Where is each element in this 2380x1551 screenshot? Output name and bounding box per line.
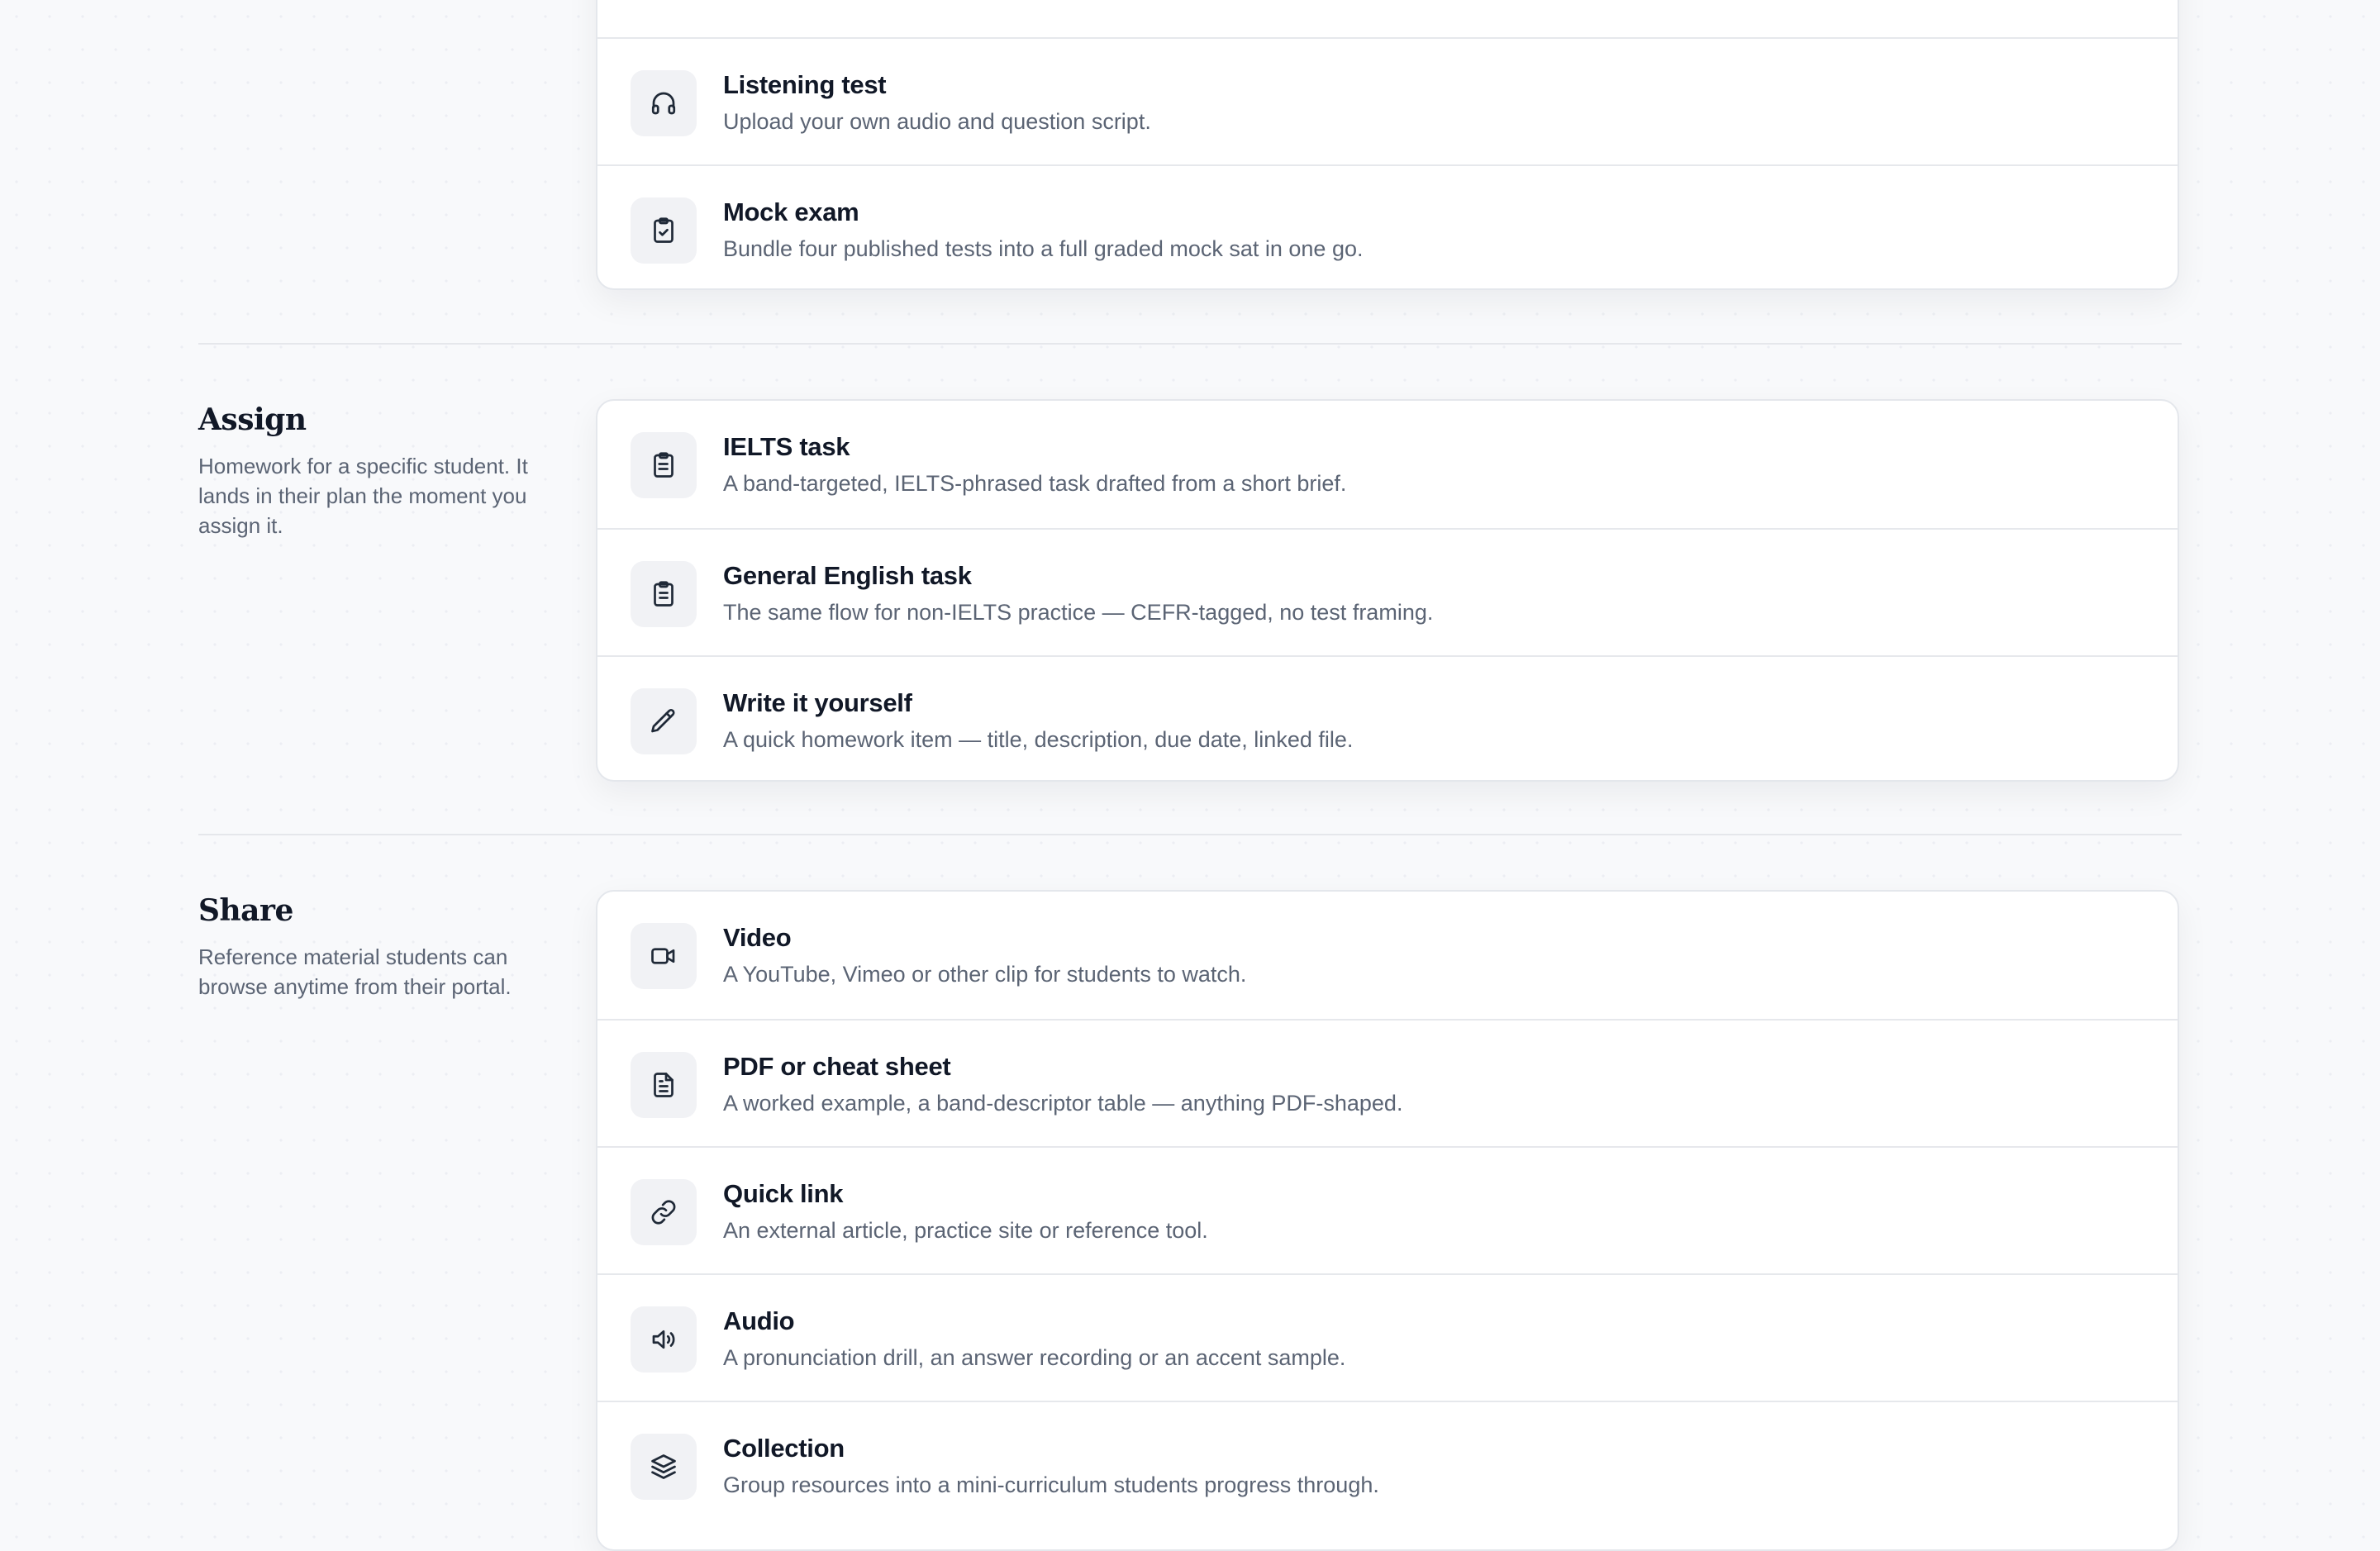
row-description: A quick homework item — title, descripti… — [723, 727, 1354, 752]
share-card: Video A YouTube, Vimeo or other clip for… — [596, 890, 2179, 1551]
video-icon — [631, 923, 697, 989]
row-title: Audio — [723, 1306, 795, 1335]
row-description: A band-targeted, IELTS-phrased task draf… — [723, 471, 1347, 496]
row-title: Quick link — [723, 1179, 844, 1208]
list-item-ielts-task[interactable]: IELTS task A band-targeted, IELTS-phrase… — [597, 401, 2178, 528]
clipboard-list-icon — [631, 561, 697, 627]
list-item-mock-exam[interactable]: Mock exam Bundle four published tests in… — [597, 164, 2178, 288]
row-title: Video — [723, 923, 792, 952]
row-description: Bundle four published tests into a full … — [723, 236, 1364, 261]
section-divider — [198, 834, 2182, 835]
build-card: Listening test Upload your own audio and… — [596, 0, 2179, 290]
share-section-title: Share — [198, 893, 293, 928]
row-description: A pronunciation drill, an answer recordi… — [723, 1345, 1346, 1370]
list-item-quick-link[interactable]: Quick link An external article, practice… — [597, 1146, 2178, 1273]
list-item-pdf-cheat-sheet[interactable]: PDF or cheat sheet A worked example, a b… — [597, 1019, 2178, 1146]
row-description: Upload your own audio and question scrip… — [723, 109, 1151, 134]
row-title: PDF or cheat sheet — [723, 1052, 951, 1081]
share-section-description: Reference material students can browse a… — [198, 944, 512, 999]
row-description: An external article, practice site or re… — [723, 1218, 1208, 1243]
list-item-video[interactable]: Video A YouTube, Vimeo or other clip for… — [597, 892, 2178, 1019]
list-item-audio[interactable]: Audio A pronunciation drill, an answer r… — [597, 1273, 2178, 1401]
list-item-general-english-task[interactable]: General English task The same flow for n… — [597, 528, 2178, 655]
list-item-collection[interactable]: Collection Group resources into a mini-c… — [597, 1401, 2178, 1528]
clipboard-list-icon — [631, 432, 697, 498]
clipboard-check-icon — [631, 197, 697, 264]
list-item-write-it-yourself[interactable]: Write it yourself A quick homework item … — [597, 655, 2178, 780]
row-title: General English task — [723, 561, 972, 590]
row-description: The same flow for non-IELTS practice — C… — [723, 600, 1434, 625]
pencil-icon — [631, 688, 697, 754]
row-description: A worked example, a band-descriptor tabl… — [723, 1091, 1403, 1116]
link-icon — [631, 1179, 697, 1245]
list-item-partial[interactable] — [597, 0, 2178, 37]
headphones-icon — [631, 70, 697, 136]
row-description: Group resources into a mini-curriculum s… — [723, 1472, 1379, 1497]
layers-icon — [631, 1434, 697, 1500]
row-title: Collection — [723, 1434, 845, 1463]
assign-card: IELTS task A band-targeted, IELTS-phrase… — [596, 399, 2179, 782]
assign-section-description: Homework for a specific student. It land… — [198, 454, 528, 538]
list-item-listening-test[interactable]: Listening test Upload your own audio and… — [597, 37, 2178, 164]
row-title: Mock exam — [723, 197, 859, 226]
row-title: Write it yourself — [723, 688, 912, 717]
row-title: Listening test — [723, 70, 887, 99]
assign-section-title: Assign — [198, 402, 307, 437]
speaker-icon — [631, 1306, 697, 1373]
row-title: IELTS task — [723, 432, 850, 461]
row-description: A YouTube, Vimeo or other clip for stude… — [723, 962, 1247, 987]
file-text-icon — [631, 1052, 697, 1118]
section-divider — [198, 343, 2182, 345]
